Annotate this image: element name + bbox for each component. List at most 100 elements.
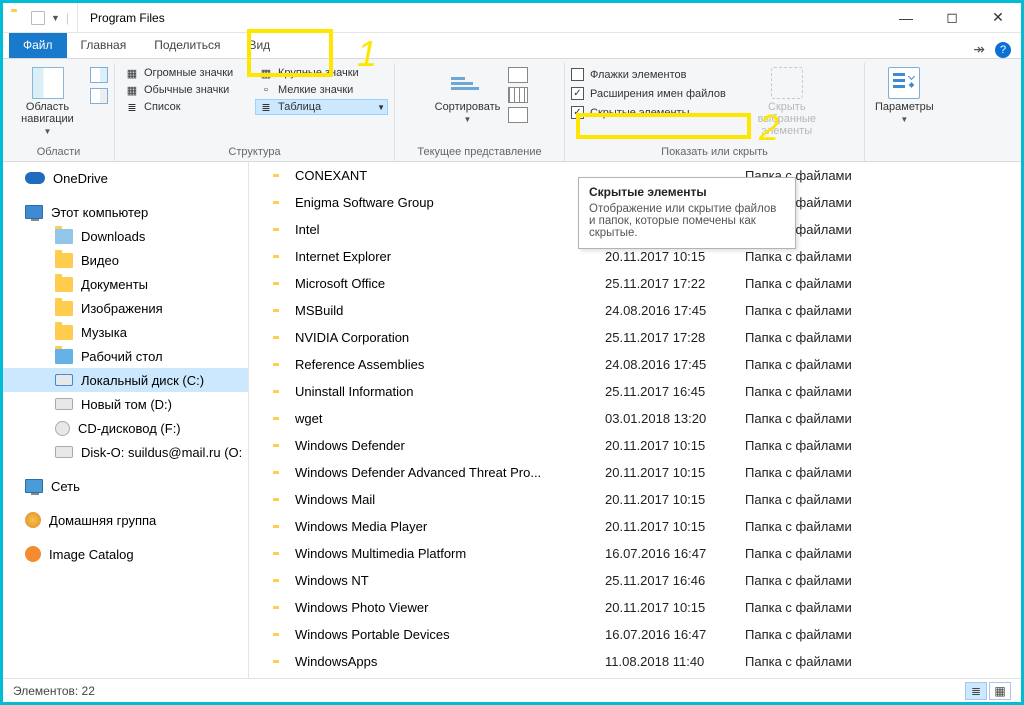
- cd-drive-icon: [55, 421, 70, 436]
- tab-view[interactable]: Вид: [234, 33, 284, 58]
- tab-home[interactable]: Главная: [67, 33, 141, 58]
- tab-file[interactable]: Файл: [9, 33, 67, 58]
- folder-icon: [55, 349, 73, 364]
- close-button[interactable]: ✕: [975, 3, 1021, 33]
- table-row[interactable]: Reference Assemblies24.08.2016 17:45Папк…: [249, 351, 1021, 378]
- file-name: Uninstall Information: [295, 384, 605, 399]
- sort-icon: [451, 67, 483, 99]
- add-columns-icon[interactable]: [508, 87, 528, 103]
- table-row[interactable]: MSBuild24.08.2016 17:45Папка с файлами: [249, 297, 1021, 324]
- file-type: Папка с файлами: [745, 627, 1021, 642]
- table-row[interactable]: Windows NT25.11.2017 16:46Папка с файлам…: [249, 567, 1021, 594]
- table-row[interactable]: Microsoft Office25.11.2017 17:22Папка с …: [249, 270, 1021, 297]
- pc-icon: [25, 205, 43, 219]
- ribbon-view: Область навигации ▼ Области ▦Огромные зн…: [3, 59, 1021, 162]
- tab-share[interactable]: Поделиться: [140, 33, 234, 58]
- group-by-icon[interactable]: [508, 67, 528, 83]
- checkbox-file-extensions[interactable]: ✓Расширения имен файлов: [571, 86, 726, 101]
- image-catalog-icon: [25, 546, 41, 562]
- table-row[interactable]: Windows Defender20.11.2017 10:15Папка с …: [249, 432, 1021, 459]
- layout-list[interactable]: ≣Список: [121, 99, 254, 115]
- group-layout-label: Структура: [228, 144, 280, 161]
- minimize-ribbon-icon[interactable]: ↠: [973, 41, 985, 58]
- file-name: Windows Defender: [295, 438, 605, 453]
- file-type: Папка с файлами: [745, 357, 1021, 372]
- layout-medium[interactable]: ▦Обычные значки: [121, 82, 254, 98]
- table-row[interactable]: Windows Multimedia Platform16.07.2016 16…: [249, 540, 1021, 567]
- file-date: 25.11.2017 17:22: [605, 276, 745, 291]
- layout-extra-large[interactable]: ▦Огромные значки: [121, 65, 254, 81]
- folder-icon: [55, 277, 73, 292]
- preview-pane-icon[interactable]: [90, 67, 108, 83]
- homegroup-icon: [25, 512, 41, 528]
- status-bar: Элементов: 22 ≣ ▦: [3, 678, 1021, 702]
- file-date: 24.08.2016 17:45: [605, 303, 745, 318]
- tooltip-title: Скрытые элементы: [589, 185, 785, 199]
- nav-videos[interactable]: Видео: [3, 248, 248, 272]
- file-date: 20.11.2017 10:15: [605, 438, 745, 453]
- properties-icon[interactable]: [31, 11, 45, 25]
- options-button[interactable]: Параметры ▼: [871, 65, 938, 126]
- layout-details[interactable]: ≣Таблица▼: [255, 99, 388, 115]
- minimize-button[interactable]: —: [883, 3, 929, 33]
- maximize-button[interactable]: ◻: [929, 3, 975, 33]
- nav-this-pc[interactable]: Этот компьютер: [3, 200, 248, 224]
- file-type: Папка с файлами: [745, 303, 1021, 318]
- group-current-view-label: Текущее представление: [417, 144, 541, 161]
- file-type: Папка с файлами: [745, 411, 1021, 426]
- file-name: Microsoft Office: [295, 276, 605, 291]
- nav-network[interactable]: Сеть: [3, 474, 248, 498]
- qat-separator: |: [66, 11, 69, 25]
- table-row[interactable]: Windows Defender Advanced Threat Pro...2…: [249, 459, 1021, 486]
- file-type: Папка с файлами: [745, 519, 1021, 534]
- medium-icons-icon: ▦: [124, 83, 140, 97]
- file-type: Папка с файлами: [745, 384, 1021, 399]
- layout-small[interactable]: ▫Мелкие значки: [255, 82, 388, 98]
- nav-music[interactable]: Музыка: [3, 320, 248, 344]
- nav-disk-o[interactable]: Disk-O: suildus@mail.ru (O:: [3, 440, 248, 464]
- details-pane-icon[interactable]: [90, 88, 108, 104]
- table-row[interactable]: Windows Media Player20.11.2017 10:15Папк…: [249, 513, 1021, 540]
- table-row[interactable]: Windows Mail20.11.2017 10:15Папка с файл…: [249, 486, 1021, 513]
- onedrive-icon: [25, 172, 45, 184]
- table-row[interactable]: wget03.01.2018 13:20Папка с файлами: [249, 405, 1021, 432]
- checkbox-hidden-items[interactable]: ✓Скрытые элементы: [571, 105, 726, 120]
- file-date: 25.11.2017 17:28: [605, 330, 745, 345]
- extra-large-icons-icon: ▦: [124, 66, 140, 80]
- navigation-tree[interactable]: OneDrive Этот компьютер Downloads Видео …: [3, 162, 249, 678]
- drive-icon: [55, 446, 73, 458]
- qat-dropdown-icon[interactable]: ▼: [51, 13, 60, 23]
- nav-image-catalog[interactable]: Image Catalog: [3, 542, 248, 566]
- nav-desktop[interactable]: Рабочий стол: [3, 344, 248, 368]
- checkbox-item-checkboxes[interactable]: Флажки элементов: [571, 67, 726, 82]
- navigation-pane-button[interactable]: Область навигации ▼: [9, 65, 86, 138]
- help-icon[interactable]: ?: [995, 42, 1011, 58]
- network-icon: [25, 479, 43, 493]
- file-date: 20.11.2017 10:15: [605, 492, 745, 507]
- table-row[interactable]: Windows Photo Viewer20.11.2017 10:15Папк…: [249, 594, 1021, 621]
- drive-icon: [55, 398, 73, 410]
- table-row[interactable]: Uninstall Information25.11.2017 16:45Пап…: [249, 378, 1021, 405]
- nav-disk-c[interactable]: Локальный диск (C:): [3, 368, 248, 392]
- folder-icon: [55, 325, 73, 340]
- view-large-icons-toggle[interactable]: ▦: [989, 682, 1011, 700]
- nav-homegroup[interactable]: Домашняя группа: [3, 508, 248, 532]
- nav-downloads[interactable]: Downloads: [3, 224, 248, 248]
- nav-disk-f[interactable]: CD-дисковод (F:): [3, 416, 248, 440]
- file-name: wget: [295, 411, 605, 426]
- layout-large[interactable]: ▦Крупные значки: [255, 65, 388, 81]
- nav-documents[interactable]: Документы: [3, 272, 248, 296]
- small-icons-icon: ▫: [258, 83, 274, 97]
- table-row[interactable]: NVIDIA Corporation25.11.2017 17:28Папка …: [249, 324, 1021, 351]
- view-details-toggle[interactable]: ≣: [965, 682, 987, 700]
- table-row[interactable]: WindowsApps11.08.2018 11:40Папка с файла…: [249, 648, 1021, 675]
- nav-disk-d[interactable]: Новый том (D:): [3, 392, 248, 416]
- size-columns-icon[interactable]: [508, 107, 528, 123]
- file-name: Windows Portable Devices: [295, 627, 605, 642]
- sort-button[interactable]: Сортировать ▼: [431, 65, 505, 126]
- nav-onedrive[interactable]: OneDrive: [3, 166, 248, 190]
- checkbox-icon: [571, 68, 584, 81]
- table-row[interactable]: Windows Portable Devices16.07.2016 16:47…: [249, 621, 1021, 648]
- options-label: Параметры: [875, 101, 934, 113]
- nav-pictures[interactable]: Изображения: [3, 296, 248, 320]
